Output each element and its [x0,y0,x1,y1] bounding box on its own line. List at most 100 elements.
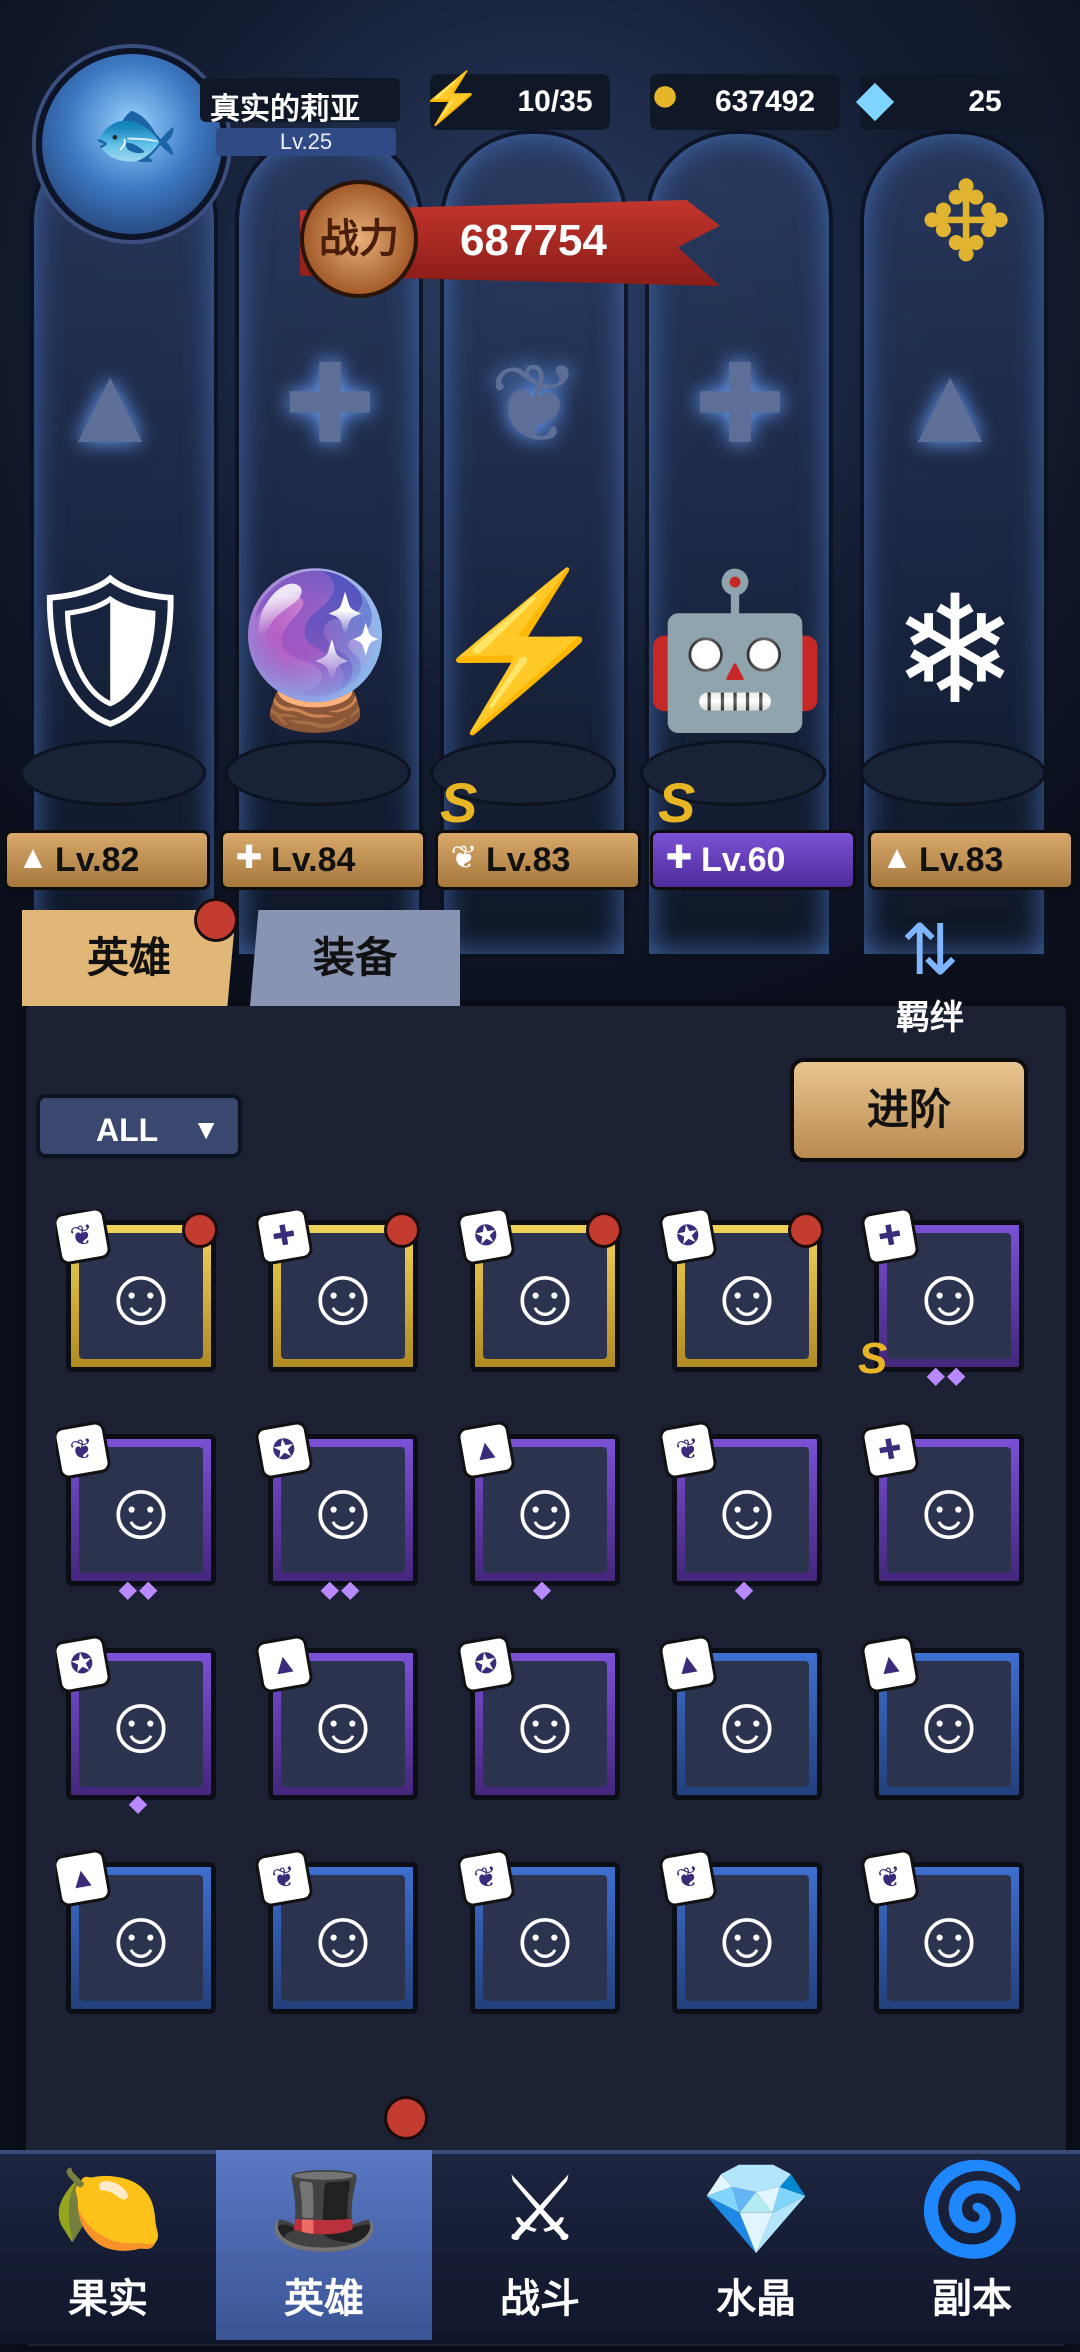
hat-class-icon: ▲ [56,1847,113,1909]
hero-card[interactable]: ☺ ▲ [657,1633,828,1804]
nav-label: 英雄 [284,2277,364,2321]
bond-label: 羁绊 [896,999,964,1037]
wing-class-icon: ❦ [657,1419,719,1481]
hat-class-icon: ▲ [253,1633,315,1695]
wrench-class-icon: ✚ [859,1419,921,1481]
nav-label: 副本 [932,2277,1012,2321]
hero-card[interactable]: ☺ ❦ [455,1847,626,2018]
advance-button[interactable]: 进阶 [790,1058,1028,1162]
bond-button[interactable]: ⇅ 羁绊 [830,910,1030,1040]
wing-class-icon: ❦ [455,1847,517,1909]
wing-class-icon: ❦ [859,1847,921,1909]
grade-s-badge: S [858,1334,888,1383]
coin-icon: ● [649,66,681,122]
wrench-class-icon: ✚ [859,1210,921,1267]
wing-class-icon: ❦ [253,1847,315,1909]
hero-card[interactable]: ☺ ▲ ◆ [455,1419,626,1603]
player-avatar[interactable]: 🐟 [36,48,228,240]
wing-class-icon: ❦ [56,1210,113,1267]
notification-dot [384,2096,428,2140]
robot-fish-avatar-icon: 🐟 [92,95,180,173]
hero-card[interactable]: ☺ ✪ [657,1210,828,1376]
notification-dot [194,898,238,942]
star-rating: ◆ [532,1576,554,1603]
hero-card[interactable]: ☺ ❦ ◆◆ [56,1419,222,1603]
hero-level: Lv.83 [919,841,1004,879]
hero-storm-god[interactable]: ⚡ [425,540,615,760]
hero-card[interactable]: ☺ ❦ [56,1210,222,1376]
star-rating: ◆◆ [926,1362,968,1389]
nav-heroes[interactable]: 🎩 英雄 [216,2150,432,2340]
wing-class-icon: ❦ [657,1847,719,1909]
hero-capsule[interactable]: 🔮 [220,540,410,760]
diamond-value: 25 [968,85,1002,118]
hero-mech-beast[interactable]: 🤖 [640,540,830,760]
sword-icon: ⚔ [499,2160,581,2260]
hero-card[interactable]: ☺ ❦ [859,1847,1030,2018]
hero-card[interactable]: ☺ ✚ [859,1419,1030,1590]
hero-level: Lv.83 [486,841,571,879]
hero-card[interactable]: ☺ ✪ ◆ [56,1633,222,1817]
mage-hat-icon: ▲ [881,839,913,875]
gear-icon[interactable]: ✥ [920,168,1012,278]
wing-icon: ❦ [450,839,478,875]
wrench-icon: ✚ [283,343,377,466]
wing-icon: ❦ [488,343,582,466]
chevron-down-icon: ▼ [192,1114,220,1145]
notification-dot [384,1212,420,1248]
player-name: 真实的莉亚 [210,93,360,126]
hat-class-icon: ▲ [657,1633,719,1695]
beast-class-icon: ✪ [657,1210,719,1267]
hero-card[interactable]: ☺ ✚ ◆◆ S [858,1210,1030,1389]
nav-dungeon[interactable]: 🌀 副本 [864,2150,1080,2340]
notification-dot [586,1212,622,1248]
hero-card[interactable]: ☺ ✪ [455,1633,626,1804]
nav-label: 战斗 [500,2277,580,2321]
hero-card[interactable]: ☺ ❦ [657,1847,828,2018]
hero-card[interactable]: ☺ ❦ [253,1847,424,2018]
mage-hat-icon: ▲ [17,839,49,875]
hero-level: Lv.84 [271,841,356,879]
filter-dropdown[interactable]: ALL ▼ [36,1094,242,1158]
wrench-icon: ✚ [235,839,263,875]
wrench-icon: ✚ [665,839,693,875]
nav-crystal[interactable]: 💎 水晶 [648,2150,864,2340]
nav-battle[interactable]: ⚔ 战斗 [432,2150,648,2340]
wing-class-icon: ❦ [56,1419,113,1481]
hero-level: Lv.60 [701,841,786,879]
wizard-hat-icon: 🎩 [267,2160,381,2260]
nav-fruit[interactable]: 🍋 果实 [0,2150,216,2340]
hero-card[interactable]: ☺ ✪ ◆◆ [253,1419,424,1603]
bond-arrows-icon: ⇅ [900,911,960,989]
hero-card[interactable]: ☺ ✚ [253,1210,424,1376]
hero-knight[interactable]: 🛡 [15,540,205,760]
notification-dot [182,1212,218,1248]
hero-level-plate: ▲ Lv.82 [4,830,210,890]
mage-hat-icon: ▲ [895,343,1005,466]
tab-equipment[interactable]: 装备 [250,910,460,1006]
hero-ice-queen[interactable]: ❄ [860,540,1050,760]
nav-label: 果实 [68,2277,148,2321]
power-value: 687754 [460,216,607,265]
lightning-icon: ⚡ [420,70,483,126]
beast-class-icon: ✪ [455,1633,517,1695]
hero-card[interactable]: ☺ ▲ [56,1847,222,2018]
nav-label: 水晶 [716,2277,796,2321]
hero-card[interactable]: ☺ ✪ [455,1210,626,1376]
hero-level: Lv.82 [55,841,140,879]
mage-hat-icon: ▲ [55,343,165,466]
notification-dot [788,1212,824,1248]
gold-value: 637492 [714,85,816,118]
hero-card[interactable]: ☺ ▲ [859,1633,1030,1804]
hat-class-icon: ▲ [859,1633,921,1695]
grade-s-badge: S [658,771,696,834]
hero-card[interactable]: ☺ ▲ [253,1633,424,1804]
hero-card[interactable]: ☺ ❦ ◆ [657,1419,828,1603]
star-rating: ◆◆ [118,1576,160,1603]
power-label: 战力 [300,180,418,298]
hero-grid: ☺ ❦ ☺ ✚ ☺ ✪ ☺ ✪ ☺ ✚ ◆◆ S ☺ ❦ ◆◆ ☺ ✪ ◆◆ ☺ ▲ ◆ ☺ ❦ ◆ ☺ ✚ ☺ ✪ ◆ ☺ ▲ ☺ ✪ ☺ ▲ ☺ ▲… [56,1210,1046,2140]
hero-level-plate: ✚ Lv.60 [650,830,856,890]
beast-class-icon: ✪ [56,1633,113,1695]
wrench-icon: ✚ [693,343,787,466]
grade-s-badge: S [440,771,478,834]
